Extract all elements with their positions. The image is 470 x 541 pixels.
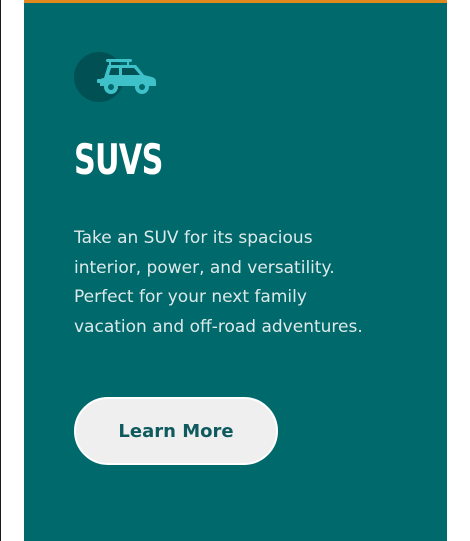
suv-icon-wrapper — [74, 50, 158, 102]
card-top-accent-border — [24, 0, 447, 3]
left-border — [0, 0, 1, 541]
card-title: SUVS — [74, 135, 163, 184]
suv-car-icon — [97, 59, 156, 94]
card-description: Take an SUV for its spacious interior, p… — [74, 228, 363, 337]
learn-more-button[interactable]: Learn More — [74, 397, 278, 465]
suv-category-card: SUVS Take an SUV for its spacious interi… — [24, 0, 447, 541]
learn-more-button-label: Learn More — [118, 420, 234, 442]
page: SUVS Take an SUV for its spacious interi… — [0, 0, 470, 541]
